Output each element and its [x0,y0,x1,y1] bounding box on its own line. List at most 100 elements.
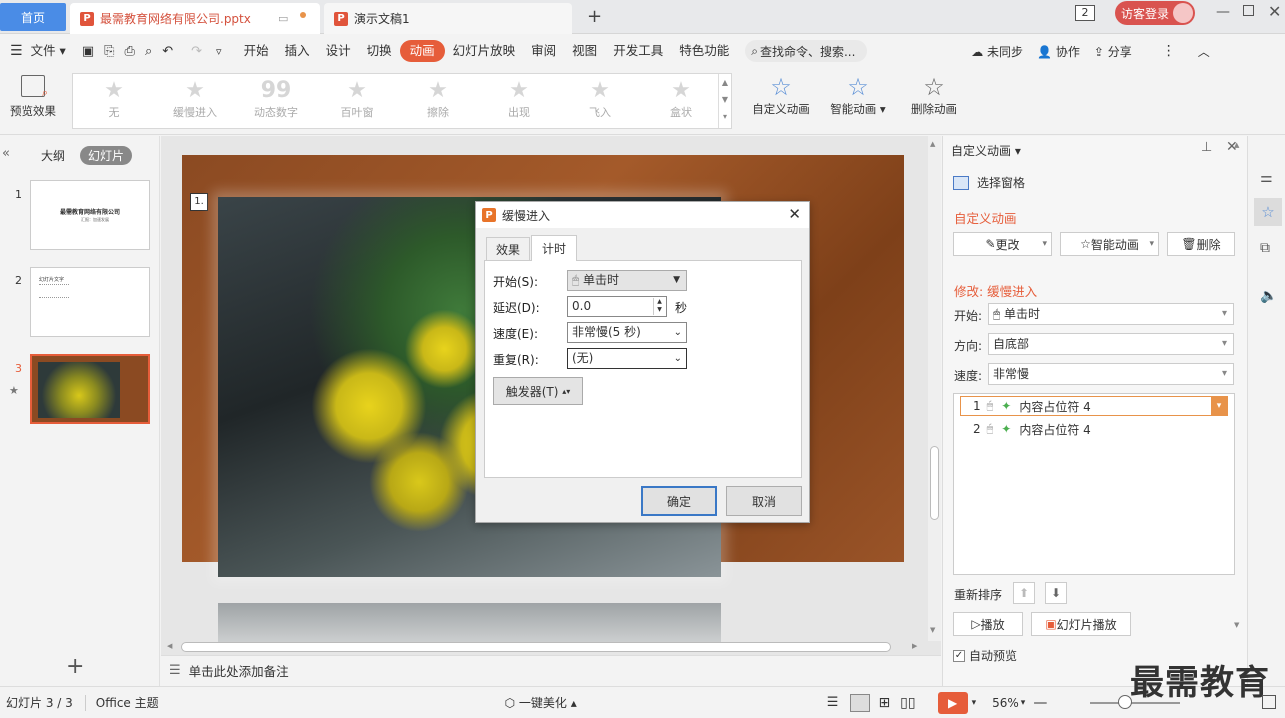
tab-document-1[interactable]: P 最需教育网络有限公司.pptx ▭ [70,3,320,34]
gallery-item-appear[interactable]: ★ 出现 [484,78,554,120]
zoom-dropdown-icon[interactable]: ▾ [1021,698,1026,708]
notes-bar[interactable]: ☰ 单击此处添加备注 [161,655,941,685]
tab-document-2[interactable]: P 演示文稿1 [324,3,572,34]
animation-list-item[interactable]: 2 🖱 ✦ 内容占位符 4 [960,419,1228,439]
maximize-icon[interactable] [1243,5,1254,16]
new-tab-icon[interactable]: + [587,6,602,27]
minimize-icon[interactable]: — [1216,4,1230,20]
tab-home[interactable]: 首页 [0,3,66,31]
menu-review[interactable]: 审阅 [523,40,564,62]
more-icon[interactable]: ▿ [216,45,222,58]
gallery-item-dynamic-number[interactable]: 99 动态数字 [241,78,311,120]
file-menu[interactable]: 文件 ▾ [23,40,74,62]
close-icon[interactable]: ✕ [1268,2,1281,21]
more-options-icon[interactable]: ⋮ [1162,43,1176,59]
speaker-icon[interactable]: 🔈 [1260,288,1277,304]
notes-placeholder[interactable]: 单击此处添加备注 [189,661,289,680]
trigger-button[interactable]: 触发器(T) ▴▾ [493,377,583,405]
pin-icon[interactable]: ⊥ [1201,140,1212,155]
menu-features[interactable]: 特色功能 [671,40,737,62]
reading-view-icon[interactable]: ▯▯ [900,695,915,711]
collapse-ribbon-icon[interactable]: ︿ [1198,43,1210,60]
collab-button[interactable]: 👤 协作 [1037,43,1080,60]
zoom-level[interactable]: 56% [992,696,1019,710]
slide-thumbnail-1[interactable]: 最需教育网络有限公司 汇报：加速发展 [30,180,150,250]
gallery-item-blinds[interactable]: ★ 百叶窗 [322,78,392,120]
gallery-item-fly-in[interactable]: ★ 飞入 [565,78,635,120]
save-icon[interactable]: ▣ [82,44,94,59]
monitor-icon[interactable]: ▭ [278,12,288,25]
speed-dropdown[interactable]: 非常慢 [988,363,1234,385]
pane-title[interactable]: 自定义动画 ▾ [951,142,1021,159]
start-select[interactable]: 🖱 单击时 ▼ [567,270,687,291]
scroll-up-icon[interactable]: ▲ [930,140,935,148]
menu-slideshow[interactable]: 幻灯片放映 [445,40,524,62]
stepper-icon[interactable]: ▲ ▼ [653,298,665,315]
selection-pane-button[interactable]: 选择窗格 [953,174,1025,191]
play-button[interactable]: ▷ 播放 [953,612,1023,636]
move-up-button[interactable]: ⬆ [1013,582,1035,604]
delete-button[interactable]: 🗑 删除 [1167,232,1235,256]
delete-animation-button[interactable]: ☆ 删除动画 [904,73,964,117]
collapse-panel-icon[interactable]: « [2,146,10,161]
animation-order-badge[interactable]: 1. [190,193,208,211]
play-slideshow-button[interactable]: ▶ [937,691,968,714]
vertical-scrollbar[interactable]: ▲ ▼ [928,136,941,641]
zoom-out-icon[interactable]: — [1033,695,1047,711]
play-options-icon[interactable]: ▾ [972,698,977,708]
gallery-item-slow-in[interactable]: ★ 缓慢进入 [160,78,230,120]
ok-button[interactable]: 确定 [641,486,717,516]
gallery-item-wipe[interactable]: ★ 擦除 [403,78,473,120]
slide-sorter-icon[interactable]: ⊞ [878,695,890,711]
scrollbar-thumb[interactable] [930,446,939,520]
page-count-badge[interactable]: 2 [1075,5,1095,21]
undo-icon[interactable]: ↶ [162,44,173,59]
horizontal-scrollbar[interactable]: ◀ ▶ [167,641,927,654]
menu-transition[interactable]: 切换 [359,40,400,62]
menu-start[interactable]: 开始 [236,40,277,62]
add-slide-icon[interactable]: + [66,654,84,679]
speed-select[interactable]: 非常慢(5 秒) ⌄ [567,322,687,343]
fit-window-icon[interactable] [1262,695,1276,709]
slide-thumbnail-2[interactable]: 幻灯片文字 [30,267,150,337]
animation-list-item[interactable]: 1 🖱 ✦ 内容占位符 4 ▾ [960,396,1228,416]
preview-icon[interactable]: ⌕ [145,44,152,59]
scroll-left-icon[interactable]: ◀ [167,642,172,650]
menu-devtools[interactable]: 开发工具 [605,40,671,62]
export-icon[interactable]: ⎘ [104,44,114,59]
login-button[interactable]: 访客登录 [1115,1,1195,25]
smart-animation-button[interactable]: ☆ 智能动画 ▾ [826,73,890,117]
repeat-select[interactable]: (无) ⌄ [567,348,687,369]
smart-animation-pane-button[interactable]: ☆ 智能动画 ▾ [1060,232,1159,256]
slideshow-button[interactable]: ▣ 幻灯片播放 [1031,612,1131,636]
autopreview-checkbox[interactable]: ✓ 自动预览 [953,647,1017,664]
print-icon[interactable]: ⎙ [125,44,135,59]
hscrollbar-thumb[interactable] [181,642,891,652]
change-button[interactable]: ✎ 更改 ▾ [953,232,1052,256]
sync-button[interactable]: ☁ 未同步 [971,43,1023,60]
delay-input[interactable]: 0.0 ▲ ▼ [567,296,667,317]
direction-dropdown[interactable]: 自底部 [988,333,1234,355]
settings-sliders-icon[interactable]: ⚌ [1260,170,1273,186]
gallery-item-none[interactable]: ★ 无 [79,78,149,120]
normal-view-icon[interactable] [850,693,871,712]
cancel-button[interactable]: 取消 [726,486,802,516]
beautify-button[interactable]: ⬡ 一键美化 ▴ [505,694,577,711]
scroll-down-icon[interactable]: ▼ [930,626,935,634]
menu-insert[interactable]: 插入 [277,40,318,62]
gallery-scroll[interactable]: ▲ ▼ ▾ [718,74,731,128]
item-dropdown-icon[interactable]: ▾ [1211,397,1227,415]
menu-view[interactable]: 视图 [564,40,605,62]
slide-thumbnail-3[interactable] [30,354,150,424]
menu-design[interactable]: 设计 [318,40,359,62]
menu-animation[interactable]: 动画 [399,40,445,62]
custom-animation-button[interactable]: ☆ 自定义动画 [746,73,816,117]
start-dropdown[interactable]: 🖱 单击时 [988,303,1234,325]
share-button[interactable]: ⇪ 分享 [1094,43,1132,60]
move-down-button[interactable]: ⬇ [1045,582,1067,604]
transition-icon[interactable]: ⧉ [1260,240,1270,256]
animation-star-icon[interactable]: ☆ [1254,198,1282,226]
preview-effect-button[interactable]: ⌕ 预览效果 [6,75,60,119]
scroll-right-icon[interactable]: ▶ [912,642,917,650]
gallery-item-box[interactable]: ★ 盒状 [646,78,716,120]
